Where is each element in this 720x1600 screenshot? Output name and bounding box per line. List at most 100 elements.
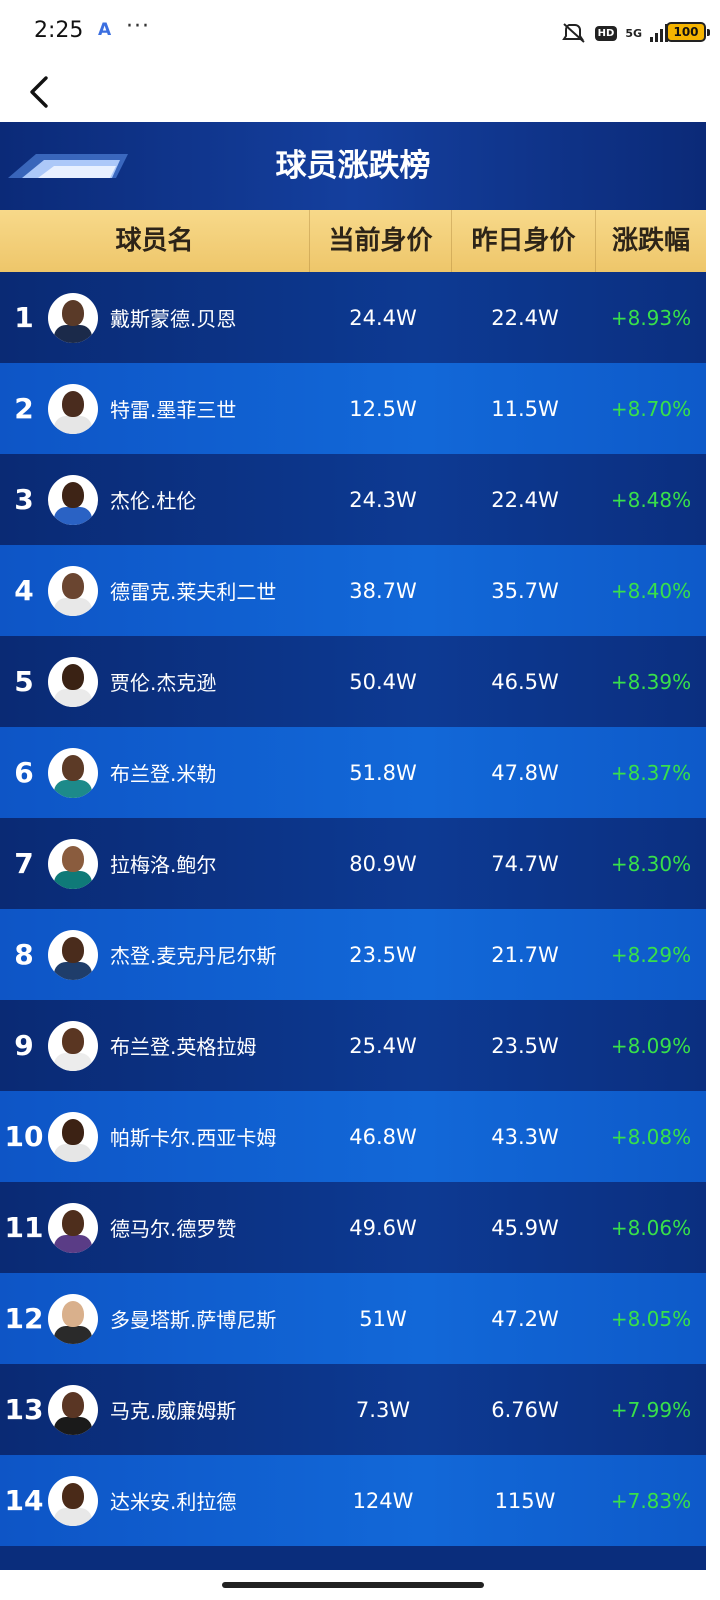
- previous-value: 22.4W: [491, 305, 559, 330]
- previous-value: 22.4W: [491, 487, 559, 512]
- ranking-board: 球员涨跌榜 球员名 当前身价 昨日身价 涨跌幅 1 戴斯蒙德.贝恩 24.4W 22.…: [0, 122, 706, 1570]
- face-shape: [62, 299, 84, 326]
- previous-value: 43.3W: [491, 1124, 559, 1149]
- player-avatar[interactable]: [48, 1475, 98, 1526]
- player-avatar[interactable]: [48, 474, 98, 525]
- player-avatar[interactable]: [48, 838, 98, 889]
- jersey-shape: [54, 779, 92, 798]
- jersey-shape: [54, 597, 92, 616]
- current-value: 24.3W: [349, 487, 417, 512]
- ranking-row[interactable]: 3 杰伦.杜伦 24.3W 22.4W +8.48%: [0, 454, 706, 545]
- rank-number: 4: [14, 574, 34, 607]
- jersey-shape: [54, 1143, 92, 1162]
- current-value: 7.3W: [355, 1397, 411, 1422]
- home-indicator[interactable]: [222, 1582, 484, 1588]
- face-shape: [62, 845, 84, 872]
- player-name[interactable]: 拉梅洛.鲍尔: [98, 849, 312, 878]
- player-name[interactable]: 达米安.利拉德: [98, 1486, 312, 1515]
- player-avatar[interactable]: [48, 929, 98, 980]
- player-name[interactable]: 多曼塔斯.萨博尼斯: [98, 1304, 312, 1333]
- rank-number: 1: [14, 301, 34, 334]
- jersey-shape: [54, 415, 92, 434]
- change-percent: +8.40%: [610, 578, 692, 603]
- current-value: 80.9W: [349, 851, 417, 876]
- player-name[interactable]: 戴斯蒙德.贝恩: [98, 303, 312, 332]
- face-shape: [62, 663, 84, 690]
- ranking-row[interactable]: 4 德雷克.莱夫利二世 38.7W 35.7W +8.40%: [0, 545, 706, 636]
- column-header-change: 涨跌幅: [611, 226, 690, 256]
- jersey-shape: [54, 506, 92, 525]
- player-name[interactable]: 德雷克.莱夫利二世: [98, 576, 312, 605]
- player-avatar[interactable]: [48, 383, 98, 434]
- player-avatar[interactable]: [48, 1020, 98, 1071]
- column-header-name: 球员名: [0, 210, 310, 272]
- ranking-row[interactable]: 2 特雷.墨菲三世 12.5W 11.5W +8.70%: [0, 363, 706, 454]
- ranking-row[interactable]: 14 达米安.利拉德 124W 115W +7.83%: [0, 1455, 706, 1546]
- player-avatar[interactable]: [48, 747, 98, 798]
- previous-value: 47.2W: [491, 1306, 559, 1331]
- player-avatar[interactable]: [48, 1111, 98, 1162]
- ranking-row[interactable]: 1 戴斯蒙德.贝恩 24.4W 22.4W +8.93%: [0, 272, 706, 363]
- current-value: 124W: [352, 1488, 414, 1513]
- board-title: 球员涨跌榜: [275, 148, 431, 184]
- rank-number: 12: [4, 1302, 44, 1335]
- player-name[interactable]: 帕斯卡尔.西亚卡姆: [98, 1122, 312, 1151]
- current-value: 25.4W: [349, 1033, 417, 1058]
- ranking-list: 1 戴斯蒙德.贝恩 24.4W 22.4W +8.93% 2 特雷.墨菲三世 12.5W 11.…: [0, 272, 706, 1546]
- player-name[interactable]: 杰伦.杜伦: [98, 485, 312, 514]
- player-avatar[interactable]: [48, 1202, 98, 1253]
- player-avatar[interactable]: [48, 656, 98, 707]
- current-value: 12.5W: [349, 396, 417, 421]
- previous-value: 46.5W: [491, 669, 559, 694]
- ranking-row[interactable]: 5 贾伦.杰克逊 50.4W 46.5W +8.39%: [0, 636, 706, 727]
- previous-value: 45.9W: [491, 1215, 559, 1240]
- face-shape: [62, 1209, 84, 1236]
- player-name[interactable]: 马克.威廉姆斯: [98, 1395, 312, 1424]
- current-value: 46.8W: [349, 1124, 417, 1149]
- status-icons: HD 5G: [561, 20, 668, 46]
- battery-indicator: 100: [666, 22, 710, 42]
- player-name[interactable]: 贾伦.杰克逊: [98, 667, 312, 696]
- jersey-shape: [54, 1507, 92, 1526]
- current-value: 51.8W: [349, 760, 417, 785]
- change-percent: +8.09%: [610, 1033, 692, 1058]
- change-percent: +8.93%: [610, 305, 692, 330]
- ranking-row[interactable]: 7 拉梅洛.鲍尔 80.9W 74.7W +8.30%: [0, 818, 706, 909]
- chevron-left-icon: [30, 76, 48, 108]
- change-percent: +8.48%: [610, 487, 692, 512]
- change-percent: +7.83%: [610, 1488, 692, 1513]
- change-percent: +8.06%: [610, 1215, 692, 1240]
- face-shape: [62, 1300, 84, 1327]
- ranking-row[interactable]: 10 帕斯卡尔.西亚卡姆 46.8W 43.3W +8.08%: [0, 1091, 706, 1182]
- face-shape: [62, 1391, 84, 1418]
- rank-number: 10: [4, 1120, 44, 1153]
- app-notification-icon: A: [98, 20, 112, 40]
- ranking-row[interactable]: 13 马克.威廉姆斯 7.3W 6.76W +7.99%: [0, 1364, 706, 1455]
- network-type: 5G: [625, 26, 642, 40]
- back-button[interactable]: [22, 70, 66, 114]
- player-avatar[interactable]: [48, 565, 98, 616]
- rank-number: 14: [4, 1484, 44, 1517]
- player-avatar[interactable]: [48, 1293, 98, 1344]
- player-name[interactable]: 特雷.墨菲三世: [98, 394, 312, 423]
- jersey-shape: [54, 1325, 92, 1344]
- player-name[interactable]: 布兰登.米勒: [98, 758, 312, 787]
- mute-icon: [561, 22, 587, 44]
- player-name[interactable]: 杰登.麦克丹尼尔斯: [98, 940, 312, 969]
- ranking-row[interactable]: 12 多曼塔斯.萨博尼斯 51W 47.2W +8.05%: [0, 1273, 706, 1364]
- previous-value: 35.7W: [491, 578, 559, 603]
- ranking-row[interactable]: 6 布兰登.米勒 51.8W 47.8W +8.37%: [0, 727, 706, 818]
- ranking-row[interactable]: 11 德马尔.德罗赞 49.6W 45.9W +8.06%: [0, 1182, 706, 1273]
- current-value: 23.5W: [349, 942, 417, 967]
- player-avatar[interactable]: [48, 1384, 98, 1435]
- change-percent: +8.39%: [610, 669, 692, 694]
- rank-number: 6: [14, 756, 34, 789]
- ranking-row[interactable]: 8 杰登.麦克丹尼尔斯 23.5W 21.7W +8.29%: [0, 909, 706, 1000]
- previous-value: 21.7W: [491, 942, 559, 967]
- face-shape: [62, 481, 84, 508]
- ranking-row[interactable]: 9 布兰登.英格拉姆 25.4W 23.5W +8.09%: [0, 1000, 706, 1091]
- player-name[interactable]: 布兰登.英格拉姆: [98, 1031, 312, 1060]
- column-header-current: 当前身价: [310, 210, 452, 272]
- player-name[interactable]: 德马尔.德罗赞: [98, 1213, 312, 1242]
- player-avatar[interactable]: [48, 292, 98, 343]
